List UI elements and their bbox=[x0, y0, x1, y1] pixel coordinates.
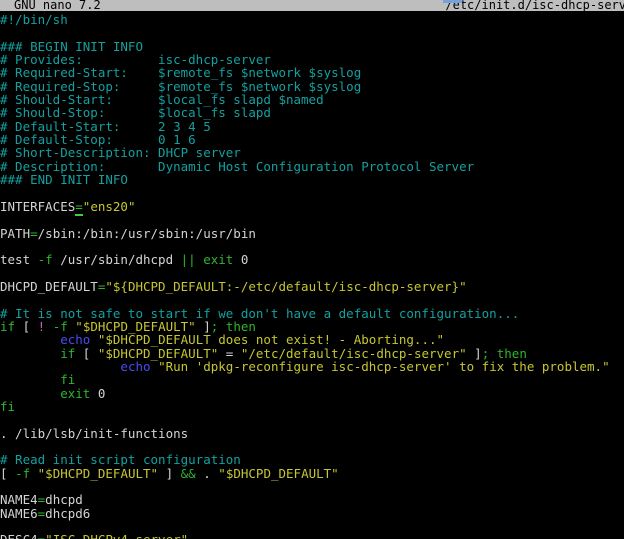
code-segment: /sbin:/bin:/usr/sbin:/usr/bin bbox=[38, 226, 256, 241]
code-segment bbox=[30, 466, 38, 481]
code-line: # Should-Stop: $local_fs slapd bbox=[0, 106, 624, 119]
code-line: # It is not safe to start if we don't ha… bbox=[0, 307, 624, 320]
code-line bbox=[0, 293, 624, 306]
code-segment bbox=[151, 359, 159, 374]
code-line: echo "Run 'dpkg-reconfigure isc-dhcp-ser… bbox=[0, 360, 624, 373]
code-segment: || exit bbox=[181, 252, 234, 267]
code-line: [ -f "$DHCPD_DEFAULT" ] && . "$DHCPD_DEF… bbox=[0, 467, 624, 480]
code-segment: -f bbox=[15, 466, 30, 481]
code-line: if [ "$DHCPD_DEFAULT" = "/etc/default/is… bbox=[0, 347, 624, 360]
code-line: fi bbox=[0, 373, 624, 386]
code-segment: dhcpd6 bbox=[45, 506, 90, 521]
code-segment: "${DHCPD_DEFAULT:-/etc/default/isc-dhcp-… bbox=[105, 279, 466, 294]
code-segment: . /lib/lsb/init-functions bbox=[0, 426, 188, 441]
code-line: # Description: Dynamic Host Configuratio… bbox=[0, 160, 624, 173]
code-segment: "ISC DHCPv4 server" bbox=[45, 532, 188, 539]
code-line bbox=[0, 26, 624, 39]
code-line bbox=[0, 213, 624, 226]
code-line: ### BEGIN INIT INFO bbox=[0, 40, 624, 53]
code-segment: ### END INIT INFO bbox=[0, 172, 128, 187]
code-line: # Should-Start: $local_fs slapd $named bbox=[0, 93, 624, 106]
code-line: # Short-Description: DHCP server bbox=[0, 146, 624, 159]
code-segment: "$DHCPD_DEFAULT" bbox=[38, 466, 158, 481]
code-segment: "$DHCPD_DEFAULT" bbox=[218, 466, 338, 481]
code-line: ### END INIT INFO bbox=[0, 173, 624, 186]
code-segment: /usr/sbin/dhcpd bbox=[53, 252, 181, 267]
code-segment: 0 bbox=[90, 386, 105, 401]
code-segment: #!/bin/sh bbox=[0, 12, 68, 27]
code-segment: DESC4 bbox=[0, 532, 38, 539]
code-segment: ] bbox=[158, 466, 181, 481]
code-line: DHCPD_DEFAULT="${DHCPD_DEFAULT:-/etc/def… bbox=[0, 280, 624, 293]
code-segment: NAME6 bbox=[0, 506, 38, 521]
code-segment: echo bbox=[120, 359, 150, 374]
code-segment: INTERFACES bbox=[0, 199, 75, 214]
code-line: # Required-Start: $remote_fs $network $s… bbox=[0, 66, 624, 79]
code-line: exit 0 bbox=[0, 387, 624, 400]
editor-version-label: GNU nano 7.2 bbox=[14, 0, 101, 11]
code-line: echo "$DHCPD_DEFAULT does not exist! - A… bbox=[0, 333, 624, 346]
nano-title-bar: GNU nano 7.2 /etc/init.d/isc-dhcp-serv bbox=[0, 0, 624, 11]
code-segment: PATH bbox=[0, 226, 30, 241]
code-segment: test bbox=[0, 252, 38, 267]
code-line: INTERFACES="ens20" bbox=[0, 200, 624, 213]
code-segment: = bbox=[30, 226, 38, 241]
code-line: PATH=/sbin:/bin:/usr/sbin:/usr/bin bbox=[0, 227, 624, 240]
code-segment: && bbox=[181, 466, 196, 481]
code-line bbox=[0, 520, 624, 533]
code-line bbox=[0, 240, 624, 253]
file-path-label: /etc/init.d/isc-dhcp-serv bbox=[445, 0, 624, 11]
text-cursor: = bbox=[75, 199, 83, 216]
code-line: DESC4="ISC DHCPv4 server" bbox=[0, 533, 624, 539]
code-segment: [ bbox=[0, 466, 15, 481]
top-edge-artifact bbox=[443, 0, 462, 3]
code-line: #!/bin/sh bbox=[0, 13, 624, 26]
code-segment: "ens20" bbox=[83, 199, 136, 214]
code-line: NAME4=dhcpd bbox=[0, 493, 624, 506]
code-line: if [ ! -f "$DHCPD_DEFAULT" ]; then bbox=[0, 320, 624, 333]
code-line: # Default-Stop: 0 1 6 bbox=[0, 133, 624, 146]
code-segment: -f bbox=[38, 252, 53, 267]
code-line bbox=[0, 413, 624, 426]
code-segment: exit bbox=[60, 386, 90, 401]
terminal-screen[interactable]: GNU nano 7.2 /etc/init.d/isc-dhcp-serv #… bbox=[0, 0, 624, 539]
code-line: NAME6=dhcpd6 bbox=[0, 507, 624, 520]
code-line: # Default-Start: 2 3 4 5 bbox=[0, 120, 624, 133]
code-line bbox=[0, 480, 624, 493]
code-line: # Provides: isc-dhcp-server bbox=[0, 53, 624, 66]
code-line bbox=[0, 267, 624, 280]
code-line bbox=[0, 440, 624, 453]
code-line bbox=[0, 186, 624, 199]
code-segment: DHCPD_DEFAULT bbox=[0, 279, 98, 294]
code-line: fi bbox=[0, 400, 624, 413]
code-segment: . bbox=[196, 466, 219, 481]
code-segment: "Run 'dpkg-reconfigure isc-dhcp-server' … bbox=[158, 359, 610, 374]
code-segment: 0 bbox=[233, 252, 248, 267]
editor-buffer: #!/bin/sh ### BEGIN INIT INFO# Provides: … bbox=[0, 13, 624, 539]
code-line: # Read init script configuration bbox=[0, 453, 624, 466]
code-line: test -f /usr/sbin/dhcpd || exit 0 bbox=[0, 253, 624, 266]
code-line: # Required-Stop: $remote_fs $network $sy… bbox=[0, 80, 624, 93]
code-line: . /lib/lsb/init-functions bbox=[0, 427, 624, 440]
code-segment: fi bbox=[0, 399, 15, 414]
